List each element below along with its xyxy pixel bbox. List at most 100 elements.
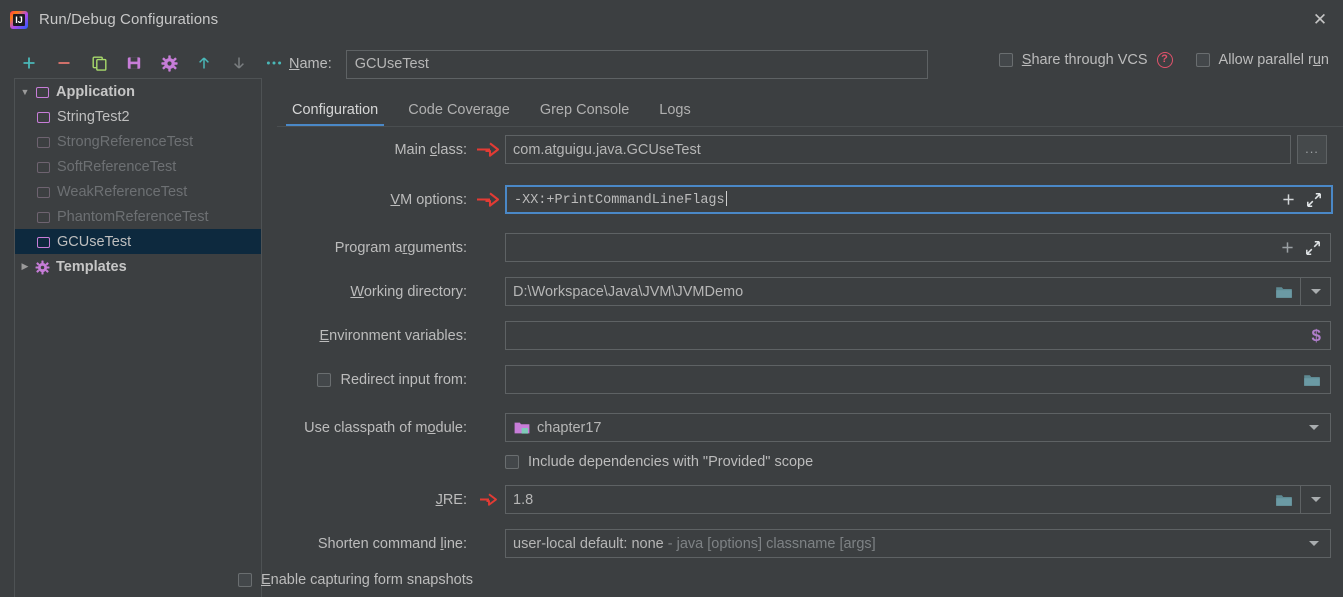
main-class-value: com.atguigu.java.GCUseTest xyxy=(513,141,701,158)
working-directory-dropdown-button[interactable] xyxy=(1300,278,1330,305)
use-classpath-label: Use classpath of module: xyxy=(304,419,467,436)
tree-node-strongreferencetest[interactable]: StrongReferenceTest xyxy=(15,129,261,154)
vm-options-row: VM options: -XX:+PrintCommandLineFlags xyxy=(277,185,1343,214)
tree-node-application[interactable]: ▼ Application xyxy=(15,79,261,104)
jre-value: 1.8 xyxy=(513,491,534,508)
tree-node-label: GCUseTest xyxy=(57,233,132,250)
include-provided-label: Include dependencies with "Provided" sco… xyxy=(528,454,814,470)
tree-node-label: StrongReferenceTest xyxy=(57,133,194,150)
vm-options-add-macro-icon[interactable] xyxy=(1281,192,1296,207)
share-through-vcs-checkbox[interactable] xyxy=(998,53,1013,67)
help-icon[interactable]: ? xyxy=(1156,52,1173,68)
tree-node-label: SoftReferenceTest xyxy=(57,158,177,175)
tree-node-weakreferencetest[interactable]: WeakReferenceTest xyxy=(15,179,261,204)
environment-variables-field[interactable]: $ xyxy=(505,321,1331,350)
name-input[interactable] xyxy=(345,49,928,79)
working-directory-value: D:\Workspace\Java\JVM\JVMDemo xyxy=(513,283,744,300)
program-arguments-label: Program arguments: xyxy=(334,239,467,256)
include-provided-checkbox[interactable] xyxy=(505,455,519,469)
shorten-command-line-row: Shorten command line: user-local default… xyxy=(277,529,1343,558)
redirect-input-browse-icon[interactable] xyxy=(1303,372,1321,388)
shorten-command-line-hint: - java [options] classname [args] xyxy=(663,535,876,552)
close-icon[interactable]: ✕ xyxy=(1297,0,1343,39)
name-row: Name: xyxy=(277,48,928,80)
window-title: Run/Debug Configurations xyxy=(39,11,219,28)
title-bar: IJ Run/Debug Configurations ✕ xyxy=(0,0,1343,39)
tree-node-stringtest2[interactable]: StringTest2 xyxy=(15,104,261,129)
use-classpath-dropdown-icon[interactable] xyxy=(1309,425,1319,430)
tab-logs[interactable]: Logs xyxy=(644,102,705,127)
redirect-input-checkbox[interactable] xyxy=(317,372,332,387)
jre-combobox[interactable]: 1.8 xyxy=(505,485,1331,514)
tree-node-templates[interactable]: ▶ Templates xyxy=(15,254,261,279)
shorten-command-line-label: Shorten command line: xyxy=(317,535,467,552)
arrow-down-icon[interactable] xyxy=(230,54,248,72)
expander-icon[interactable]: ▶ xyxy=(15,261,35,272)
tab-grep-console[interactable]: Grep Console xyxy=(525,102,644,127)
main-class-row: Main class: com.atguigu.java.GCUseTest .… xyxy=(277,135,1343,164)
copy-icon[interactable] xyxy=(90,54,108,72)
program-arguments-add-macro-icon[interactable] xyxy=(1280,240,1295,255)
shorten-command-line-combobox[interactable]: user-local default: none - java [options… xyxy=(505,529,1331,558)
working-directory-field[interactable]: D:\Workspace\Java\JVM\JVMDemo xyxy=(505,277,1331,306)
use-classpath-value: chapter17 xyxy=(537,419,602,436)
module-icon xyxy=(514,421,530,435)
configuration-editor-panel: Name: Share through VCS ? Allow parallel… xyxy=(238,39,1343,597)
allow-parallel-run-checkbox[interactable] xyxy=(1195,53,1210,67)
tree-node-label: StringTest2 xyxy=(57,108,130,125)
jre-dropdown-button[interactable] xyxy=(1300,486,1330,513)
annotation-arrow-jre xyxy=(473,492,505,507)
enable-snapshots-group[interactable]: Enable capturing form snapshots xyxy=(238,572,473,588)
arrow-up-icon[interactable] xyxy=(195,54,213,72)
tabs-separator xyxy=(277,126,1343,127)
expander-icon[interactable]: ▼ xyxy=(15,87,35,97)
configurations-tree[interactable]: ▼ Application StringTest2 StrongReferenc… xyxy=(14,78,262,597)
jre-label: JRE: xyxy=(435,491,467,508)
jre-browse-icon[interactable] xyxy=(1268,492,1300,508)
main-class-browse-button[interactable]: ... xyxy=(1297,135,1327,164)
use-classpath-row: Use classpath of module: chapter17 xyxy=(277,413,1343,442)
tab-code-coverage[interactable]: Code Coverage xyxy=(393,102,525,127)
program-arguments-expand-icon[interactable] xyxy=(1305,240,1321,256)
plus-icon[interactable] xyxy=(20,54,38,72)
shorten-command-line-dropdown-icon[interactable] xyxy=(1309,541,1319,546)
vm-options-field[interactable]: -XX:+PrintCommandLineFlags xyxy=(505,185,1333,214)
redirect-input-label-group: Redirect input from: xyxy=(277,372,473,388)
tree-node-gcusetest[interactable]: GCUseTest xyxy=(15,229,261,254)
tree-node-label: WeakReferenceTest xyxy=(57,183,188,200)
annotation-arrow-vm-options xyxy=(473,191,505,208)
tree-node-label: Templates xyxy=(56,258,127,275)
working-directory-label: Working directory: xyxy=(350,283,467,300)
environment-variables-row: Environment variables: $ xyxy=(277,321,1343,350)
run-config-icon xyxy=(36,234,52,250)
vm-options-expand-icon[interactable] xyxy=(1306,192,1322,208)
top-right-options: Share through VCS ? Allow parallel run xyxy=(998,52,1329,68)
program-arguments-field[interactable] xyxy=(505,233,1331,262)
main-class-field[interactable]: com.atguigu.java.GCUseTest xyxy=(505,135,1291,164)
working-directory-row: Working directory: D:\Workspace\Java\JVM… xyxy=(277,277,1343,306)
tab-configuration[interactable]: Configuration xyxy=(277,102,393,127)
redirect-input-label: Redirect input from: xyxy=(340,371,467,388)
redirect-input-field[interactable] xyxy=(505,365,1331,394)
run-config-icon xyxy=(36,159,52,175)
vm-options-label: VM options: xyxy=(390,191,467,208)
working-directory-browse-icon[interactable] xyxy=(1268,284,1300,300)
editor-tabs: Configuration Code Coverage Grep Console… xyxy=(277,93,1343,127)
shorten-command-line-value: user-local default: none - java [options… xyxy=(513,535,876,552)
environment-variables-label: Environment variables: xyxy=(319,327,468,344)
save-icon[interactable] xyxy=(125,54,143,72)
enable-snapshots-checkbox[interactable] xyxy=(238,573,252,587)
tree-node-label: Application xyxy=(56,83,135,100)
tree-node-softreferencetest[interactable]: SoftReferenceTest xyxy=(15,154,261,179)
include-provided-row: Include dependencies with "Provided" sco… xyxy=(277,454,1343,470)
intellij-idea-logo-icon: IJ xyxy=(10,10,28,29)
run-config-icon xyxy=(36,134,52,150)
use-classpath-combobox[interactable]: chapter17 xyxy=(505,413,1331,442)
gear-icon[interactable] xyxy=(160,54,178,72)
minus-icon[interactable] xyxy=(55,54,73,72)
configurations-panel: ▼ Application StringTest2 StrongReferenc… xyxy=(0,39,282,597)
configuration-form: Main class: com.atguigu.java.GCUseTest .… xyxy=(238,135,1343,588)
environment-variables-macro-icon[interactable]: $ xyxy=(1312,327,1321,344)
tree-node-phantomreferencetest[interactable]: PhantomReferenceTest xyxy=(15,204,261,229)
include-provided-group[interactable]: Include dependencies with "Provided" sco… xyxy=(505,454,813,470)
